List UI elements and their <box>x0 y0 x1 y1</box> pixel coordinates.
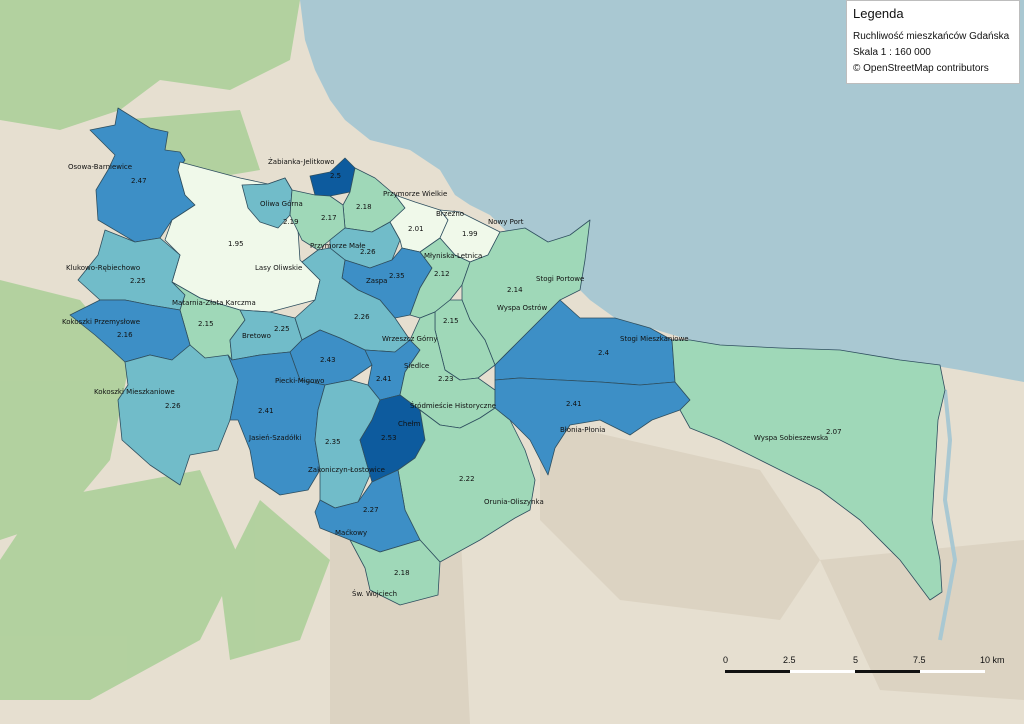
legend-layer-name: Ruchliwość mieszkańców Gdańska <box>853 31 1010 42</box>
value-label: 2.07 <box>826 428 842 436</box>
district-name-label: Klukowo-Rębiechowo <box>66 264 140 272</box>
district-name-label: Stogi Portowe <box>536 275 584 283</box>
value-label: 2.15 <box>443 317 459 325</box>
district-name-label: Wrzeszcz Górny <box>382 335 438 343</box>
district-name-label: Chełm <box>398 420 421 428</box>
district-name-label: Młyniska-Letnica <box>424 252 482 260</box>
value-label: 2.25 <box>274 325 290 333</box>
district-name-label: Matarnia-Złota Karczma <box>172 299 256 307</box>
map-legend: Legenda Ruchliwość mieszkańców Gdańska S… <box>846 0 1020 84</box>
map-canvas[interactable]: 2.47 1.95 2.25 2.15 2.16 2.26 2.5 2.19 2… <box>0 0 1024 724</box>
value-label: 2.53 <box>381 434 397 442</box>
value-label: 2.23 <box>438 375 454 383</box>
value-label: 2.41 <box>566 400 582 408</box>
value-label: 2.26 <box>165 402 181 410</box>
scale-bar-segment <box>855 670 920 673</box>
district-name-label: Błonia-Płonia <box>560 426 605 434</box>
scale-bar: 0 2.5 5 7.5 10 km <box>720 655 1020 685</box>
district-name-label: Lasy Oliwskie <box>255 264 302 272</box>
district-name-label: Nowy Port <box>488 218 524 226</box>
value-label: 1.95 <box>228 240 244 248</box>
value-label: 2.18 <box>394 569 410 577</box>
value-label: 2.17 <box>321 214 337 222</box>
value-label: 2.25 <box>130 277 146 285</box>
district-name-label: Śródmieście Historyczne <box>410 401 496 410</box>
scale-label: 5 <box>853 655 859 665</box>
district-name-label: Maćkowy <box>335 529 367 537</box>
district-name-label: Siedlce <box>404 362 429 370</box>
district-name-label: Brzeźno <box>436 210 464 218</box>
district-name-label: Wyspa Ostrów <box>497 304 547 312</box>
legend-scale: Skala 1 : 160 000 <box>853 47 931 58</box>
value-label: 2.14 <box>507 286 523 294</box>
district-name-label: Piecki-Migowo <box>275 377 324 385</box>
value-label: 2.12 <box>434 270 450 278</box>
scale-label: 2.5 <box>783 655 796 665</box>
scale-label: 7.5 <box>913 655 926 665</box>
district-name-label: Przymorze Wielkie <box>383 190 447 198</box>
value-label: 2.26 <box>354 313 370 321</box>
scale-label: 0 <box>723 655 729 665</box>
value-label: 2.35 <box>389 272 405 280</box>
district-name-label: Oliwa Górna <box>260 200 303 208</box>
district-name-label: Św. Wojciech <box>352 589 397 598</box>
district-name-label: Zaspa <box>366 277 387 285</box>
district-name-label: Wyspa Sobieszewska <box>754 434 828 442</box>
value-label: 2.4 <box>598 349 610 357</box>
value-label: 2.35 <box>325 438 341 446</box>
value-label: 2.27 <box>363 506 379 514</box>
value-label: 2.43 <box>320 356 336 364</box>
value-label: 1.99 <box>462 230 478 238</box>
scale-bar-segment <box>790 670 855 673</box>
scale-bar-segment <box>725 670 790 673</box>
district-name-label: Przymorze Małe <box>310 242 366 250</box>
district-name-label: Orunia-Oliszynka <box>484 498 544 506</box>
value-label: 2.18 <box>356 203 372 211</box>
district-name-label: Kokoszki Przemysłowe <box>62 318 140 326</box>
district-name-label: Kokoszki Mieszkaniowe <box>94 388 175 396</box>
value-label: 2.19 <box>283 218 299 226</box>
value-label: 2.16 <box>117 331 133 339</box>
value-label: 2.01 <box>408 225 424 233</box>
district-name-label: Jasień-Szadółki <box>248 434 301 442</box>
value-label: 2.41 <box>376 375 392 383</box>
value-label: 2.15 <box>198 320 214 328</box>
value-label: 2.47 <box>131 177 147 185</box>
legend-title: Legenda <box>853 6 904 21</box>
value-label: 2.41 <box>258 407 274 415</box>
scale-bar-segment <box>920 670 985 673</box>
district-name-label: Żabianka-Jelitkowo <box>268 157 334 166</box>
value-label: 2.22 <box>459 475 475 483</box>
district-name-label: Bretowo <box>242 332 271 340</box>
district-name-label: Zakoniczyn-Łostowice <box>308 466 385 474</box>
scale-label: 10 km <box>980 655 1005 665</box>
legend-attribution: © OpenStreetMap contributors <box>853 63 989 74</box>
district-name-label: Osowa-Barniewice <box>68 163 132 171</box>
district-name-label: Stogi Mieszkaniowe <box>620 335 689 343</box>
value-label: 2.5 <box>330 172 341 180</box>
